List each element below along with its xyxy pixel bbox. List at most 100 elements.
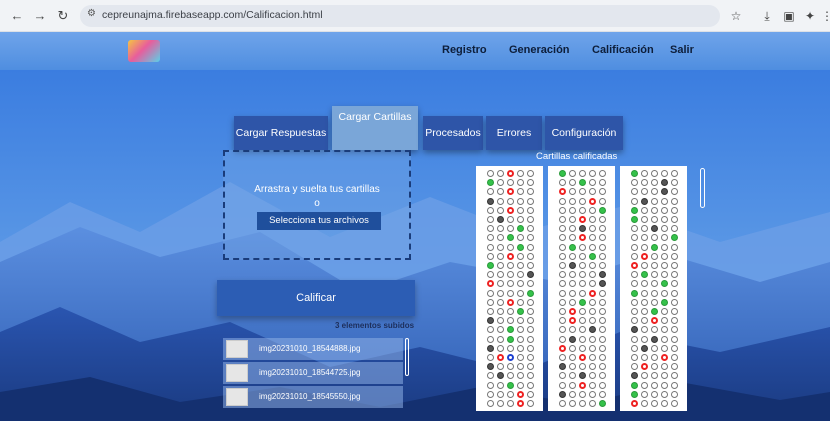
answer-bubble (517, 206, 524, 214)
card-row (479, 325, 541, 334)
site-logo[interactable] (128, 40, 160, 62)
forward-icon[interactable]: → (32, 8, 48, 24)
answer-bubble (559, 381, 566, 389)
nav-salir[interactable]: Salir (670, 44, 694, 56)
answer-bubble (487, 298, 494, 306)
answer-bubble (641, 225, 648, 233)
card-row (551, 169, 613, 178)
card-row (623, 178, 685, 187)
download-icon[interactable]: ⤓ (760, 8, 774, 24)
card-row (623, 261, 685, 270)
answer-bubble (589, 271, 596, 279)
answer-bubble (497, 381, 504, 389)
answer-bubble (497, 243, 504, 251)
file-list-item[interactable]: img20231010_18544888.jpg (223, 338, 403, 360)
file-dropzone[interactable]: Arrastra y suelta tus cartillas o Selecc… (223, 150, 411, 260)
answer-bubble (487, 344, 494, 352)
nav-generacion[interactable]: Generación (509, 44, 570, 56)
nav-registro[interactable]: Registro (442, 44, 487, 56)
bookmark-star-icon[interactable]: ☆ (729, 8, 743, 24)
graded-card (620, 166, 687, 411)
card-row (551, 298, 613, 307)
answer-bubble (507, 400, 514, 407)
answer-bubble (641, 216, 648, 223)
answer-bubble (527, 216, 534, 223)
card-row (479, 344, 541, 353)
tab-procesados[interactable]: Procesados (423, 116, 483, 150)
card-row (479, 215, 541, 224)
card-row (551, 399, 613, 408)
answer-bubble (497, 390, 504, 398)
answer-bubble (559, 317, 566, 325)
answer-bubble (579, 280, 586, 288)
answer-bubble (631, 372, 638, 380)
tab-errores[interactable]: Errores (486, 116, 542, 150)
answer-bubble (559, 335, 566, 343)
answer-bubble (569, 335, 576, 343)
card-row (551, 215, 613, 224)
answer-bubble (569, 298, 576, 306)
graded-card (476, 166, 543, 411)
answer-bubble (507, 252, 514, 260)
file-list-item[interactable]: img20231010_18544725.jpg (223, 362, 403, 384)
answer-bubble (527, 252, 534, 260)
answer-bubble (517, 298, 524, 306)
reload-icon[interactable]: ↻ (55, 8, 71, 24)
answer-bubble (559, 234, 566, 242)
answer-bubble (651, 170, 658, 177)
card-row (623, 270, 685, 279)
answer-bubble (599, 280, 606, 288)
address-bar[interactable]: ⚙ cepreunajma.firebaseapp.com/Calificaci… (80, 5, 720, 27)
extension-icon[interactable]: ✦ (803, 8, 817, 24)
file-thumbnail (226, 340, 248, 358)
sidepanel-icon[interactable]: ▣ (782, 8, 796, 24)
answer-bubble (589, 206, 596, 214)
file-list-scrollbar[interactable] (405, 338, 409, 376)
nav-calificacion[interactable]: Calificación (592, 44, 654, 56)
answer-bubble (641, 390, 648, 398)
card-row (479, 381, 541, 390)
answer-bubble (579, 317, 586, 325)
answer-bubble (527, 344, 534, 352)
answer-bubble (569, 243, 576, 251)
url-text: cepreunajma.firebaseapp.com/Calificacion… (102, 9, 323, 21)
answer-bubble (527, 179, 534, 187)
answer-bubble (569, 179, 576, 187)
answer-bubble (661, 381, 668, 389)
answer-bubble (599, 188, 606, 196)
answer-bubble (631, 234, 638, 242)
answer-bubble (589, 234, 596, 242)
answer-bubble (589, 317, 596, 325)
answer-bubble (559, 197, 566, 205)
file-list-item[interactable]: img20231010_18545550.jpg (223, 386, 403, 408)
answer-bubble (651, 363, 658, 371)
answer-bubble (589, 400, 596, 407)
answer-bubble (497, 280, 504, 288)
answer-bubble (579, 197, 586, 205)
answer-bubble (599, 243, 606, 251)
answer-bubble (599, 252, 606, 260)
menu-icon[interactable]: ⋮ (820, 8, 830, 24)
answer-bubble (641, 372, 648, 380)
answer-bubble (599, 317, 606, 325)
tab-cargar-cartillas[interactable]: Cargar Cartillas (332, 106, 418, 150)
answer-bubble (569, 381, 576, 389)
answer-bubble (671, 262, 678, 269)
answer-bubble (527, 326, 534, 334)
cards-scrollbar[interactable] (700, 168, 705, 208)
calificar-button[interactable]: Calificar (217, 280, 415, 316)
answer-bubble (631, 252, 638, 260)
answer-bubble (599, 234, 606, 242)
answer-bubble (559, 363, 566, 371)
card-row (479, 169, 541, 178)
answer-bubble (517, 262, 524, 269)
answer-bubble (631, 188, 638, 196)
answer-bubble (671, 289, 678, 297)
select-files-button[interactable]: Selecciona tus archivos (257, 212, 381, 230)
answer-bubble (671, 335, 678, 343)
site-info-icon[interactable]: ⚙ (87, 8, 96, 19)
back-icon[interactable]: ← (9, 8, 25, 24)
tab-cargar-respuestas[interactable]: Cargar Respuestas (234, 116, 328, 150)
answer-bubble (517, 381, 524, 389)
tab-configuracion[interactable]: Configuración (545, 116, 623, 150)
